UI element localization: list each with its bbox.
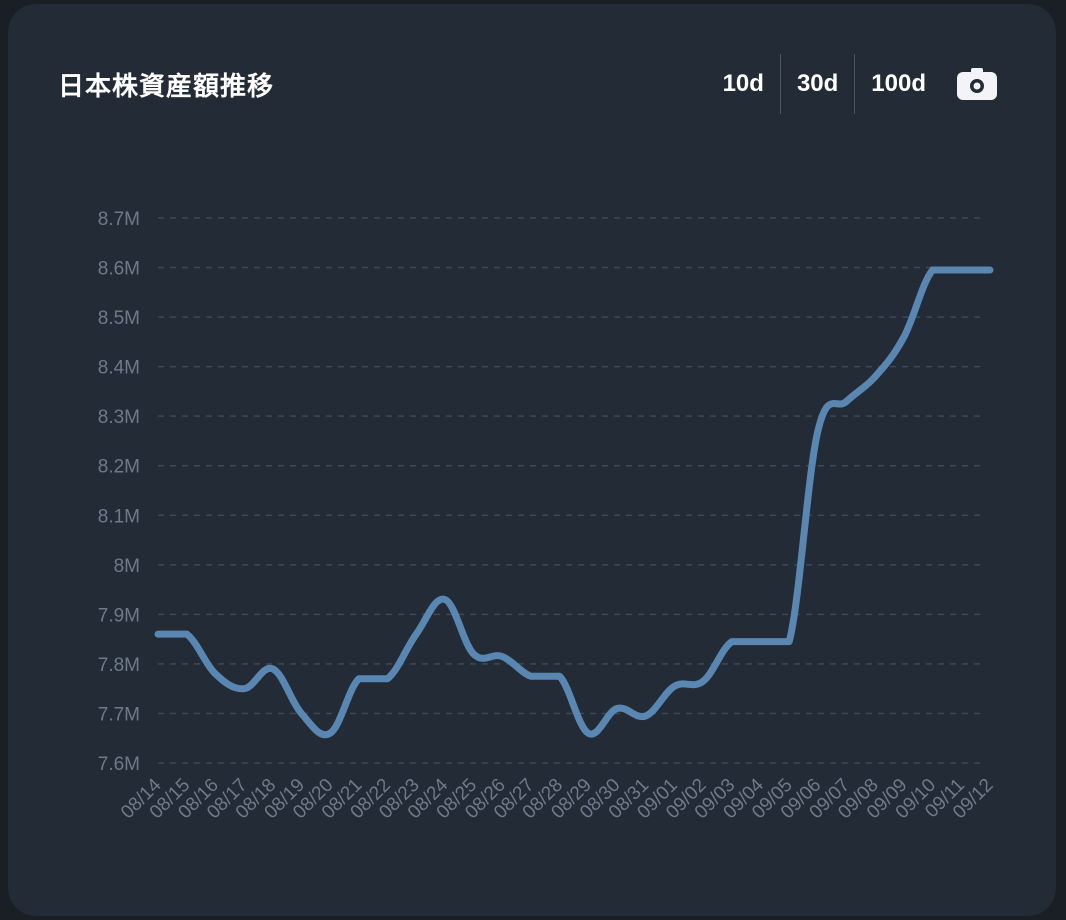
y-tick-label: 7.7M — [98, 704, 140, 725]
y-tick-label: 8.4M — [98, 358, 140, 379]
y-tick-label: 8.1M — [98, 506, 140, 527]
y-tick-label: 7.6M — [98, 754, 140, 775]
y-tick-label: 8.6M — [98, 259, 140, 280]
y-tick-label: 8M — [114, 556, 140, 577]
y-tick-label: 8.5M — [98, 308, 140, 329]
line-chart: 7.6M 7.7M 7.8M 7.9M 8M 8.1M 8.2M 8.3M 8.4M 8.5M 8.… — [98, 209, 998, 823]
y-tick-label: 8.2M — [98, 457, 140, 478]
y-tick-label: 7.8M — [98, 655, 140, 676]
series-line — [154, 266, 994, 739]
y-tick-label: 8.7M — [98, 209, 140, 230]
y-tick-label: 8.3M — [98, 407, 140, 428]
y-tick-label: 7.9M — [98, 605, 140, 626]
